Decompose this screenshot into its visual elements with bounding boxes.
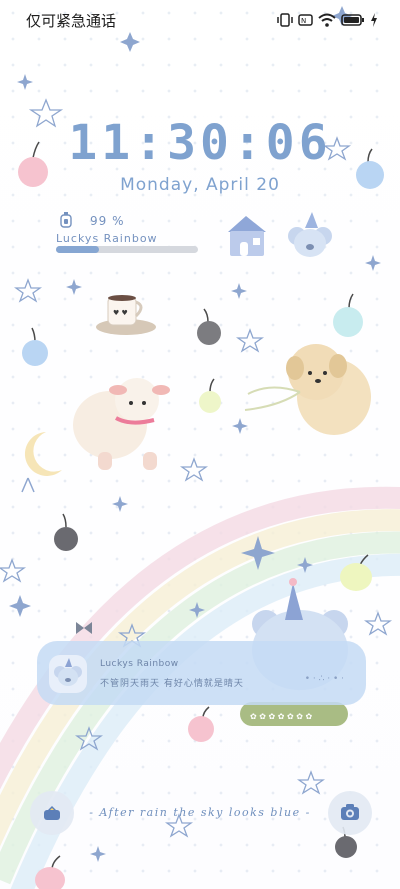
camera-icon — [341, 804, 359, 820]
battery-icon — [341, 12, 365, 31]
moon-icon — [21, 432, 62, 493]
notification-text: 不管阴天雨天 有好心情就是晴天 — [100, 679, 244, 689]
mug-icon: ♥ ♥ — [96, 295, 156, 335]
house-icon — [228, 216, 266, 256]
nfc-icon: N — [298, 12, 313, 31]
battery-percent: 99 % — [90, 214, 125, 228]
battery-progress-fill — [56, 246, 99, 253]
lock-date: Monday, April 20 — [120, 175, 280, 195]
camera-shortcut-button[interactable] — [328, 791, 372, 835]
decorative-dots: • · ∴ · • · — [304, 674, 344, 684]
lock-screen-theme-icon — [44, 806, 60, 820]
theme-shortcut-button[interactable] — [30, 791, 74, 835]
battery-widget-name: Luckys Rainbow — [56, 232, 158, 245]
wallpaper: ♥ ♥ ✿ ✿ ✿ ✿ ✿ ✿ ✿ 仅可紧急通话 N 11:30:06 Mond… — [0, 0, 400, 889]
battery-small-icon — [60, 212, 72, 228]
svg-text:N: N — [301, 17, 306, 25]
vibrate-icon — [277, 12, 293, 31]
svg-text:✿ ✿ ✿ ✿ ✿ ✿ ✿: ✿ ✿ ✿ ✿ ✿ ✿ ✿ — [250, 712, 312, 721]
lock-clock: 11:30:06 — [68, 115, 332, 171]
carrier-label: 仅可紧急通话 — [26, 12, 117, 30]
status-bar: 仅可紧急通话 N — [0, 0, 400, 40]
koala-icon — [288, 212, 332, 257]
status-icons: N — [277, 12, 378, 31]
lamb-illustration — [73, 378, 170, 470]
charging-icon — [370, 12, 378, 31]
svg-text:♥ ♥: ♥ ♥ — [113, 309, 128, 317]
bow-icon — [76, 622, 92, 634]
notification-title: Luckys Rainbow — [100, 659, 179, 669]
koala-app-icon — [49, 655, 87, 693]
grass-patch: ✿ ✿ ✿ ✿ ✿ ✿ ✿ — [240, 702, 348, 726]
puppy-illustration — [244, 344, 371, 435]
wifi-icon — [318, 12, 336, 31]
notification-card[interactable]: Luckys Rainbow 不管阴天雨天 有好心情就是晴天 • · ∴ · •… — [37, 641, 366, 705]
battery-progress-track — [56, 246, 198, 253]
